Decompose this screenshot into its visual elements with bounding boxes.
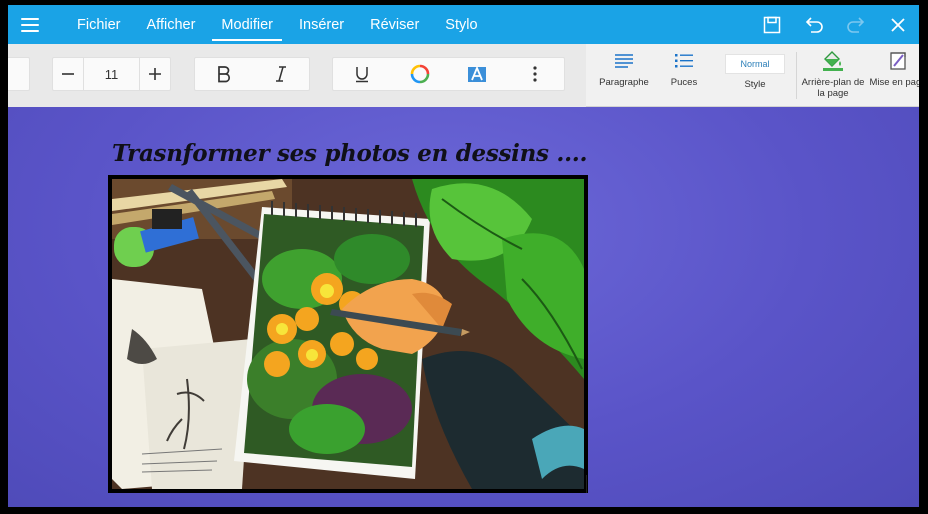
underline-icon[interactable] (333, 57, 391, 91)
page-background-button[interactable]: Arrière-plan de la page (798, 44, 868, 107)
highlight-icon[interactable] (449, 57, 507, 91)
bullets-button[interactable]: Puces (658, 44, 710, 107)
page-layout-button[interactable]: Mise en page (868, 44, 919, 107)
page-layout-icon (889, 44, 907, 78)
style-value: Normal (725, 54, 785, 74)
hamburger-menu-icon[interactable] (8, 5, 52, 44)
font-size-value[interactable]: 11 (82, 57, 141, 91)
close-icon[interactable] (877, 5, 919, 44)
redo-icon[interactable] (835, 5, 877, 44)
font-size-stepper: 11 (52, 57, 171, 91)
paint-bucket-icon (821, 44, 845, 78)
font-color-icon[interactable] (391, 57, 449, 91)
menu-tabs: Fichier Afficher Modifier Insérer Révise… (64, 5, 491, 44)
drawing-photo-illustration (112, 179, 584, 489)
document-title[interactable]: Trasnformer ses photos en dessins .... (112, 140, 588, 167)
style-label: Style (744, 79, 766, 90)
paragraph-button[interactable]: Paragraphe (590, 44, 658, 107)
bold-italic-group (194, 57, 310, 91)
more-options-icon[interactable] (506, 57, 564, 91)
decrease-font-size-button[interactable] (53, 57, 83, 91)
page-layout-label: Mise en page (869, 77, 919, 88)
app-window: Fichier Afficher Modifier Insérer Révise… (8, 5, 919, 507)
ribbon-divider (796, 52, 797, 99)
ribbon-toolbar: 11 Paragraphe Puces Normal Style Arrière… (8, 44, 919, 107)
tab-fichier[interactable]: Fichier (64, 5, 134, 44)
paragraph-icon (614, 44, 634, 78)
tab-modifier[interactable]: Modifier (208, 5, 286, 44)
text-cursor (586, 475, 587, 493)
tab-inserer[interactable]: Insérer (286, 5, 357, 44)
increase-font-size-button[interactable] (140, 57, 170, 91)
tab-stylo[interactable]: Stylo (432, 5, 490, 44)
italic-icon[interactable] (252, 57, 309, 91)
app-bar: Fichier Afficher Modifier Insérer Révise… (8, 5, 919, 44)
paragraph-label: Paragraphe (599, 77, 649, 88)
tab-reviser[interactable]: Réviser (357, 5, 432, 44)
save-icon[interactable] (751, 5, 793, 44)
tab-afficher[interactable]: Afficher (134, 5, 209, 44)
bullets-icon (674, 44, 694, 78)
inserted-photo[interactable] (108, 175, 588, 493)
page-background-label: Arrière-plan de la page (801, 77, 865, 99)
document-canvas[interactable]: Trasnformer ses photos en dessins .... (8, 107, 919, 507)
font-family-box[interactable] (8, 57, 30, 91)
bold-icon[interactable] (195, 57, 252, 91)
bullets-label: Puces (670, 77, 698, 88)
undo-icon[interactable] (793, 5, 835, 44)
style-button[interactable]: Normal Style (716, 44, 794, 107)
format-group (332, 57, 565, 91)
